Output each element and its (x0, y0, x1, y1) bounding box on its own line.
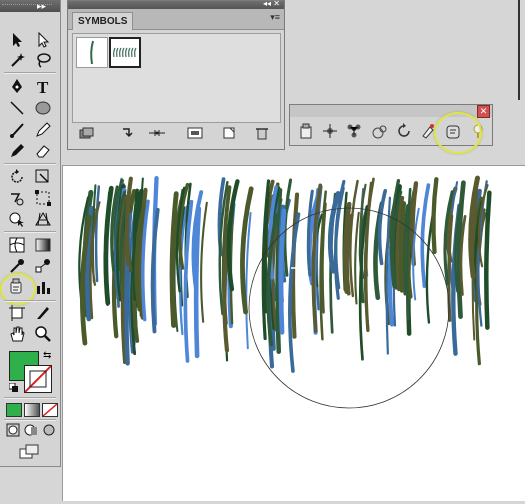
screener-tool-highlight (434, 112, 482, 154)
screen-mode-icon[interactable] (18, 444, 42, 460)
grass-blade (94, 185, 101, 283)
magic-wand-tool-icon[interactable] (6, 50, 28, 70)
symbol-scruncher-icon[interactable] (346, 123, 362, 139)
grass-artwork (78, 175, 492, 409)
type-tool-icon[interactable]: T (32, 76, 54, 96)
panel-menu-icon[interactable]: ▾≡ (270, 12, 280, 23)
paintbrush-tool-icon[interactable] (6, 120, 28, 140)
grass-blade (431, 177, 439, 255)
pen-tool-icon[interactable] (6, 76, 28, 96)
none-mode-button[interactable] (42, 403, 58, 417)
selection-tool-icon[interactable] (6, 30, 28, 50)
grass-blade (200, 201, 208, 323)
color-mode-button[interactable] (6, 403, 22, 417)
default-fill-stroke-icon[interactable] (8, 382, 19, 393)
document-window-edge (518, 0, 520, 100)
gradient-tool-icon[interactable] (32, 235, 54, 255)
grass-blade (484, 190, 492, 330)
symbols-list (72, 33, 281, 123)
grass-blade (398, 201, 407, 293)
lasso-tool-icon[interactable] (32, 50, 54, 70)
symbol-shifter-icon[interactable] (322, 123, 338, 139)
break-link-icon[interactable] (148, 126, 166, 140)
mesh-tool-icon[interactable] (6, 235, 28, 255)
tab-symbols[interactable]: SYMBOLS (72, 12, 134, 30)
warp-tool-icon[interactable] (6, 188, 28, 208)
grass-blade (377, 188, 388, 266)
tools-panel-titlebar[interactable]: ▸▸ (0, 0, 60, 12)
stroke-color-swatch[interactable] (24, 365, 52, 393)
symbol-swatch-grass-blade[interactable] (76, 37, 108, 68)
symbol-sizer-icon[interactable] (372, 123, 388, 139)
blend-tool-icon[interactable] (32, 256, 54, 276)
eraser-tool-icon[interactable] (32, 141, 54, 161)
gradient-mode-button[interactable] (24, 403, 40, 417)
perspective-grid-tool-icon[interactable] (32, 209, 54, 229)
symbol-options-icon[interactable] (186, 126, 204, 140)
draw-normal-icon[interactable] (6, 423, 20, 437)
line-segment-tool-icon[interactable] (6, 98, 28, 118)
artboard-canvas[interactable] (62, 165, 525, 501)
hand-tool-icon[interactable] (6, 324, 28, 344)
pencil-tool-icon[interactable] (32, 120, 54, 140)
symbols-tab-row: SYMBOLS ▾≡ (68, 9, 284, 30)
place-symbol-instance-icon[interactable] (120, 126, 138, 140)
draw-inside-icon[interactable] (42, 423, 56, 436)
symbol-sprayer-icon[interactable] (298, 123, 314, 139)
svg-text:T: T (37, 78, 49, 94)
draw-behind-icon[interactable] (24, 423, 38, 436)
symbol-libraries-menu-icon[interactable] (78, 126, 96, 140)
symbol-swatch-grass-tuft[interactable] (109, 37, 141, 68)
direct-selection-tool-icon[interactable] (32, 30, 54, 50)
free-transform-tool-icon[interactable] (32, 188, 54, 208)
collapse-toolbox-icon[interactable]: ▸▸ (37, 0, 46, 12)
scale-tool-icon[interactable] (32, 167, 54, 187)
grass-blade (363, 177, 375, 330)
symbol-spinner-icon[interactable] (396, 123, 412, 139)
tools-panel: ▸▸ T ⇆ (0, 0, 61, 467)
panel-collapse-close-controls[interactable]: ◂◂ ✕ (263, 0, 280, 8)
close-icon[interactable]: ✕ (477, 105, 490, 118)
slice-tool-icon[interactable] (32, 303, 54, 323)
rotate-tool-icon[interactable] (6, 167, 28, 187)
symbols-panel: ◂◂ ✕ SYMBOLS ▾≡ (67, 0, 285, 150)
symbols-panel-titlebar[interactable]: ◂◂ ✕ (68, 0, 284, 9)
grass-blade (354, 211, 360, 305)
zoom-tool-icon[interactable] (32, 324, 54, 344)
ellipse-tool-icon[interactable] (32, 98, 54, 118)
new-symbol-icon[interactable] (220, 126, 238, 140)
delete-symbol-icon[interactable] (253, 126, 271, 140)
shape-builder-tool-icon[interactable] (6, 209, 28, 229)
grass-blade (245, 211, 252, 350)
swap-fill-stroke-icon[interactable]: ⇆ (43, 350, 51, 361)
blob-brush-tool-icon[interactable] (6, 141, 28, 161)
artboard-tool-icon[interactable] (6, 303, 28, 323)
symbols-panel-buttons (78, 126, 278, 142)
